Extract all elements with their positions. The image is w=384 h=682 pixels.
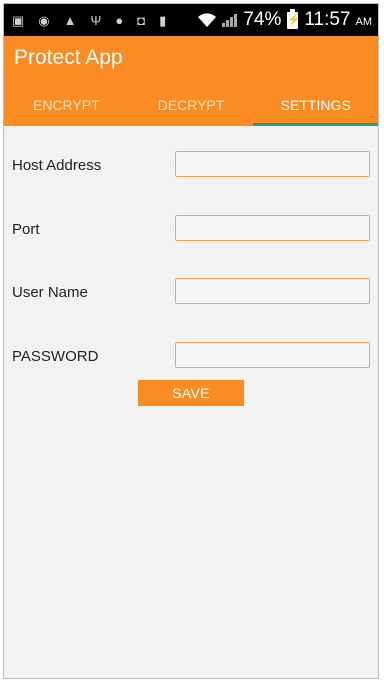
wifi-hotspot-icon: ◉ <box>38 12 50 28</box>
port-label: Port <box>12 221 40 238</box>
status-bar: ▣ ◉ ▲ Ψ ● ◘ ▮ 74% 11:57 AM <box>4 4 378 36</box>
lock-icon: ● <box>115 12 124 28</box>
image-icon: ▣ <box>12 12 25 28</box>
gallery-icon: ◘ <box>137 12 146 28</box>
app-bar: Protect App ENCRYPT DECRYPT SETTINGS <box>4 36 378 126</box>
save-button[interactable]: SAVE <box>138 380 244 406</box>
port-row: Port <box>4 215 378 245</box>
host-row: Host Address <box>4 151 378 181</box>
host-address-input[interactable] <box>175 151 370 177</box>
tab-settings[interactable]: SETTINGS <box>253 84 378 126</box>
username-input[interactable] <box>175 278 370 304</box>
app-title: Protect App <box>14 46 123 69</box>
username-row: User Name <box>4 278 378 308</box>
clock-time: 11:57 <box>304 9 351 30</box>
barcode-icon: ▮ <box>159 12 167 28</box>
tab-bar: ENCRYPT DECRYPT SETTINGS <box>4 84 378 126</box>
battery-percent: 74% <box>243 9 282 30</box>
signal-icon <box>222 14 238 27</box>
tab-decrypt[interactable]: DECRYPT <box>129 84 254 126</box>
tab-encrypt[interactable]: ENCRYPT <box>4 84 129 126</box>
password-row: PASSWORD <box>4 342 378 372</box>
port-input[interactable] <box>175 215 370 241</box>
warning-icon: ▲ <box>63 12 77 28</box>
status-right: 74% 11:57 AM <box>197 4 372 36</box>
password-input[interactable] <box>175 342 370 368</box>
wifi-icon <box>198 13 217 27</box>
username-label: User Name <box>12 284 88 301</box>
usb-icon: Ψ <box>90 12 102 28</box>
clock-ampm: AM <box>355 16 373 28</box>
password-label: PASSWORD <box>12 348 99 365</box>
host-address-label: Host Address <box>12 157 102 174</box>
phone-frame: ▣ ◉ ▲ Ψ ● ◘ ▮ 74% 11:57 AM Protect App <box>3 3 379 679</box>
battery-icon <box>287 8 299 29</box>
status-left-icons: ▣ ◉ ▲ Ψ ● ◘ ▮ <box>4 14 166 27</box>
